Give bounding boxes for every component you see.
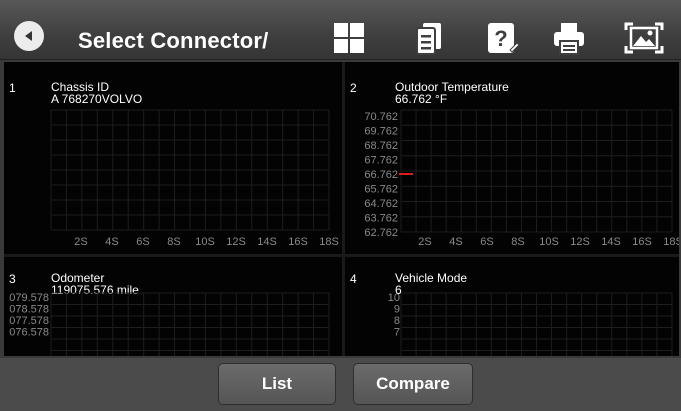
y-tick-label: 078.578 <box>9 304 49 316</box>
back-button[interactable] <box>14 21 44 51</box>
header-bar: Select Connector/ ? <box>0 0 681 60</box>
y-tick-label: 67.762 <box>364 155 398 167</box>
y-tick-label: 076.578 <box>9 327 49 339</box>
y-tick-label: 079.578 <box>9 292 49 304</box>
chart-grid <box>400 109 673 233</box>
y-tick-label: 62.762 <box>364 227 398 239</box>
y-tick-label: 8 <box>394 315 400 327</box>
x-tick-label: 4S <box>105 236 118 248</box>
document-icon <box>416 23 441 55</box>
chart-svg: 70.762 69.762 68.762 67.762 66.762 65.762 64.7… <box>364 109 679 248</box>
x-tick-label: 10S <box>195 236 215 248</box>
chart-svg: 10987 <box>388 292 673 356</box>
chart-grid <box>50 292 330 356</box>
x-tick-label: 2S <box>74 236 87 248</box>
x-tick-label: 10S <box>539 236 559 248</box>
x-tick-label: 8S <box>511 236 524 248</box>
screenshot-icon <box>624 22 664 54</box>
x-tick-label: 6S <box>480 236 493 248</box>
help-button[interactable]: ? <box>484 20 520 56</box>
outdoor-temperature-panel[interactable]: 2 Outdoor Temperature 66.762 °F 70.762 69… <box>345 62 679 254</box>
y-tick-label: 65.762 <box>364 184 398 196</box>
x-tick-label: 16S <box>632 236 652 248</box>
x-tick-label: 16S <box>288 236 308 248</box>
chassis-id-chart: 2S 4S 6S 8S 10S 12S 14S 16S 18S <box>4 62 342 254</box>
vehicle-mode-chart: 10 9 8 7 <box>345 257 679 356</box>
data-stream-grid: 1 Chassis ID A 768270VOLVO 2S 4S 6S 8S 10S 12… <box>4 62 679 356</box>
x-tick-label: 12S <box>570 236 590 248</box>
bottom-toolbar: List Compare <box>0 358 681 411</box>
odometer-panel[interactable]: 3 Odometer 119075.576 mile 079.578 078.57… <box>4 257 342 356</box>
y-tick-label: 69.762 <box>364 126 398 138</box>
y-tick-label: 68.762 <box>364 140 398 152</box>
y-tick-label: 9 <box>394 304 400 316</box>
x-tick-label: 18S <box>319 236 339 248</box>
outdoor-temperature-chart: 70.762 69.762 68.762 67.762 66.762 65.762 64.7… <box>345 62 679 254</box>
chassis-id-panel[interactable]: 1 Chassis ID A 768270VOLVO 2S 4S 6S 8S 10S 12… <box>4 62 342 254</box>
x-tick-label: 4S <box>449 236 462 248</box>
grid-view-button[interactable] <box>331 20 367 56</box>
page-title: Select Connector/ <box>78 28 269 53</box>
x-tick-label: 6S <box>136 236 149 248</box>
chart-grid <box>50 109 330 231</box>
y-tick-label: 66.762 <box>364 169 398 181</box>
print-button[interactable] <box>551 20 587 56</box>
y-tick-label: 7 <box>394 327 400 339</box>
compare-button[interactable]: Compare <box>353 363 473 405</box>
x-tick-label: 2S <box>418 236 431 248</box>
chart-svg: 079.578078.578077.578076.578 <box>9 292 330 356</box>
x-tick-label: 8S <box>167 236 180 248</box>
x-tick-label: 12S <box>226 236 246 248</box>
svg-text:?: ? <box>494 26 507 51</box>
screenshot-button[interactable] <box>624 20 664 56</box>
x-tick-label: 14S <box>601 236 621 248</box>
vehicle-mode-panel[interactable]: 4 Vehicle Mode 6 10 9 8 7 <box>345 257 679 356</box>
x-tick-label: 18S <box>663 236 679 248</box>
list-button[interactable]: List <box>218 363 336 405</box>
x-tick-label: 14S <box>257 236 277 248</box>
y-tick-label: 64.762 <box>364 198 398 210</box>
document-button[interactable] <box>411 20 447 56</box>
chart-svg: 2S 4S 6S 8S 10S 12S 14S 16S 18S <box>50 109 339 248</box>
y-tick-label: 10 <box>388 292 400 304</box>
y-tick-label: 63.762 <box>364 213 398 225</box>
help-icon: ? <box>488 23 520 53</box>
printer-icon <box>554 23 584 55</box>
back-icon <box>25 31 32 41</box>
odometer-chart: 079.578 078.578 077.578 076.578 <box>4 257 342 356</box>
chart-grid <box>400 292 673 356</box>
y-tick-label: 70.762 <box>364 111 398 123</box>
grid-icon <box>334 23 364 53</box>
y-tick-label: 077.578 <box>9 315 49 327</box>
